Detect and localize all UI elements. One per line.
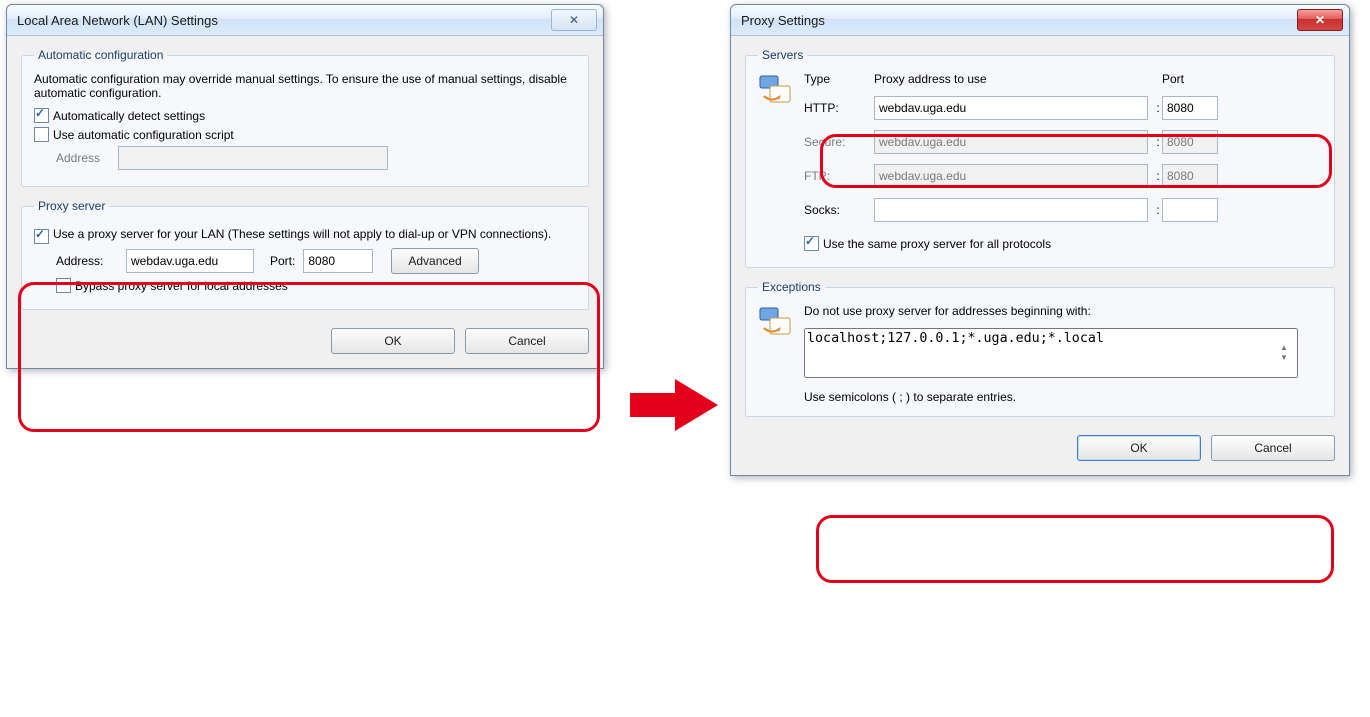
checkbox-auto-script[interactable]: [34, 127, 49, 142]
proxy-titlebar[interactable]: Proxy Settings ✕: [731, 5, 1349, 36]
label-socks: Socks:: [804, 203, 874, 217]
group-legend-auto: Automatic configuration: [34, 48, 167, 62]
proxy-title: Proxy Settings: [741, 13, 1297, 28]
input-ftp-port: [1162, 164, 1218, 188]
highlight-exceptions: [816, 515, 1334, 583]
colon: :: [1154, 169, 1162, 183]
input-http-port[interactable]: [1162, 96, 1218, 120]
label-http: HTTP:: [804, 101, 874, 115]
checkbox-same-proxy[interactable]: [804, 236, 819, 251]
group-proxy-server: Proxy server Use a proxy server for your…: [21, 199, 589, 310]
textarea-exceptions[interactable]: [804, 328, 1298, 378]
input-proxy-port[interactable]: [303, 249, 373, 273]
checkbox-use-proxy[interactable]: [34, 229, 49, 244]
group-exceptions: Exceptions Do not use proxy server for a…: [745, 280, 1335, 417]
header-port: Port: [1162, 72, 1220, 86]
group-legend-exceptions: Exceptions: [758, 280, 825, 294]
input-socks-address[interactable]: [874, 198, 1148, 222]
label-proxy-port: Port:: [270, 254, 295, 268]
label-secure: Secure:: [804, 135, 874, 149]
header-type: Type: [804, 72, 874, 86]
input-socks-port[interactable]: [1162, 198, 1218, 222]
group-servers: Servers Type Proxy address to use Port H…: [745, 48, 1335, 268]
exceptions-hint: Use semicolons ( ; ) to separate entries…: [804, 390, 1322, 404]
network-icon: [758, 304, 794, 340]
label-auto-detect: Automatically detect settings: [53, 109, 205, 123]
close-icon[interactable]: ✕: [551, 9, 597, 31]
header-addr: Proxy address to use: [874, 72, 1154, 86]
close-icon[interactable]: ✕: [1297, 9, 1343, 31]
lan-titlebar[interactable]: Local Area Network (LAN) Settings ✕: [7, 5, 603, 36]
colon: :: [1154, 135, 1162, 149]
label-auto-script: Use automatic configuration script: [53, 128, 234, 142]
advanced-button[interactable]: Advanced: [391, 248, 478, 274]
cancel-button[interactable]: Cancel: [1211, 435, 1335, 461]
input-ftp-address: [874, 164, 1148, 188]
scroll-indicator: ▲▼: [1280, 328, 1288, 378]
label-bypass-local: Bypass proxy server for local addresses: [75, 279, 288, 293]
network-icon: [758, 72, 794, 108]
ok-button[interactable]: OK: [331, 328, 455, 354]
input-http-address[interactable]: [874, 96, 1148, 120]
group-automatic-configuration: Automatic configuration Automatic config…: [21, 48, 589, 187]
input-secure-port: [1162, 130, 1218, 154]
lan-settings-dialog: Local Area Network (LAN) Settings ✕ Auto…: [6, 4, 604, 369]
colon: :: [1154, 101, 1162, 115]
arrow-icon: [630, 375, 720, 438]
colon: :: [1154, 203, 1162, 217]
group-legend-servers: Servers: [758, 48, 807, 62]
label-same-proxy: Use the same proxy server for all protoc…: [823, 237, 1051, 251]
input-secure-address: [874, 130, 1148, 154]
input-proxy-address[interactable]: [126, 249, 254, 273]
lan-title: Local Area Network (LAN) Settings: [17, 13, 551, 28]
auto-config-desc: Automatic configuration may override man…: [34, 72, 576, 100]
label-script-address: Address: [56, 151, 118, 165]
label-proxy-address: Address:: [56, 254, 118, 268]
checkbox-auto-detect[interactable]: [34, 108, 49, 123]
group-legend-proxy: Proxy server: [34, 199, 109, 213]
cancel-button[interactable]: Cancel: [465, 328, 589, 354]
exceptions-desc: Do not use proxy server for addresses be…: [804, 304, 1322, 318]
input-script-address: [118, 146, 388, 170]
proxy-settings-dialog: Proxy Settings ✕ Servers Type Proxy addr…: [730, 4, 1350, 476]
ok-button[interactable]: OK: [1077, 435, 1201, 461]
checkbox-bypass-local[interactable]: [56, 278, 71, 293]
label-ftp: FTP:: [804, 169, 874, 183]
label-use-proxy: Use a proxy server for your LAN (These s…: [53, 227, 576, 241]
